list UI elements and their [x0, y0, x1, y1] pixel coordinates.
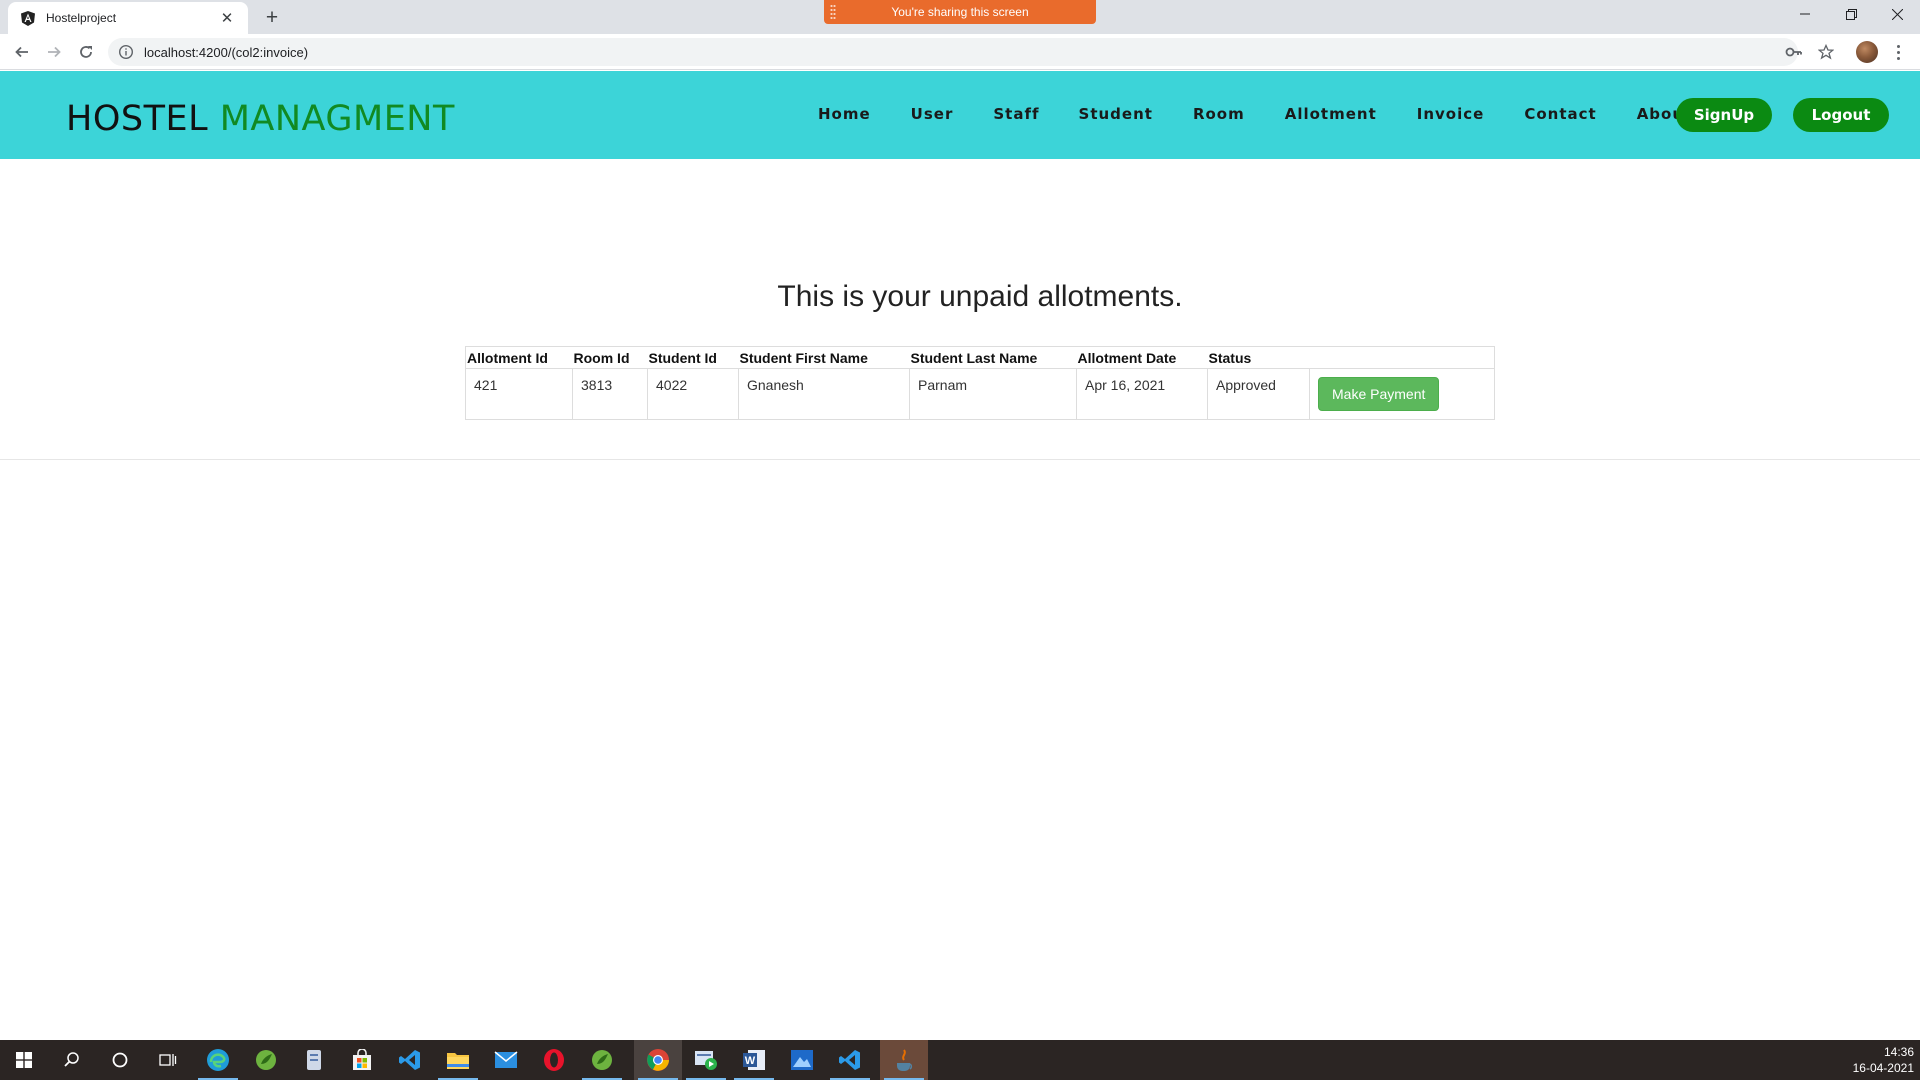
nav-link-user[interactable]: User: [911, 105, 954, 123]
photos-icon[interactable]: [778, 1040, 826, 1080]
nav-link-allotment[interactable]: Allotment: [1285, 105, 1377, 123]
minimize-icon[interactable]: [1782, 0, 1828, 28]
restore-icon[interactable]: [1828, 0, 1874, 28]
svg-text:W: W: [745, 1055, 756, 1067]
column-header-room-id: Room Id: [572, 346, 648, 369]
drag-grip-icon[interactable]: [830, 4, 836, 20]
new-tab-plus-icon[interactable]: +: [258, 4, 286, 32]
profile-avatar[interactable]: [1856, 41, 1878, 63]
system-clock[interactable]: 14:36 16-04-2021: [1853, 1044, 1914, 1076]
mail-icon[interactable]: [482, 1040, 530, 1080]
column-header-status: Status: [1207, 346, 1310, 369]
column-header-allotment-id: Allotment Id: [465, 346, 573, 369]
media-app-icon[interactable]: [682, 1040, 730, 1080]
cell-allotment-id: 421: [465, 368, 573, 420]
opera-icon[interactable]: [530, 1040, 578, 1080]
chrome-icon[interactable]: [634, 1040, 682, 1080]
nav-links: Home User Staff Student Room Allotment I…: [800, 105, 1692, 123]
column-header-first-name: Student First Name: [738, 346, 910, 369]
make-payment-button[interactable]: Make Payment: [1318, 377, 1440, 411]
screen-share-banner[interactable]: You're sharing this screen: [824, 0, 1096, 24]
url-text: localhost:4200/(col2:invoice): [144, 44, 309, 60]
cell-allotment-date: Apr 16, 2021: [1076, 368, 1208, 420]
vscode-icon-2[interactable]: [826, 1040, 874, 1080]
logout-button[interactable]: Logout: [1793, 98, 1889, 132]
cell-status: Approved: [1207, 368, 1310, 420]
spring-tool-icon[interactable]: [242, 1040, 290, 1080]
site-info-icon[interactable]: [118, 44, 134, 60]
browser-menu-icon[interactable]: [1888, 42, 1908, 62]
column-header-last-name: Student Last Name: [909, 346, 1077, 369]
back-arrow-icon[interactable]: [8, 38, 36, 66]
cell-first-name: Gnanesh: [738, 368, 910, 420]
spring-tool-icon-2[interactable]: [578, 1040, 626, 1080]
cell-action: Make Payment: [1309, 368, 1495, 420]
forward-arrow-icon[interactable]: [40, 38, 68, 66]
bookmark-star-icon[interactable]: [1816, 42, 1836, 62]
brand-logo[interactable]: HOSTEL MANAGMENT: [66, 99, 455, 139]
angular-favicon-icon: [20, 10, 36, 26]
key-icon[interactable]: [1784, 42, 1804, 62]
table-header-row: Allotment Id Room Id Student Id Student …: [465, 346, 1495, 369]
file-explorer-icon[interactable]: [434, 1040, 482, 1080]
vscode-icon[interactable]: [386, 1040, 434, 1080]
nav-link-room[interactable]: Room: [1193, 105, 1245, 123]
store-icon[interactable]: [338, 1040, 386, 1080]
column-header-action: [1309, 346, 1495, 369]
page-heading: This is your unpaid allotments.: [777, 280, 1183, 313]
clock-date: 16-04-2021: [1852, 1061, 1914, 1075]
windows-start-icon[interactable]: [0, 1040, 48, 1080]
table-row: 421 3813 4022 Gnanesh Parnam Apr 16, 202…: [465, 368, 1495, 420]
nav-link-invoice[interactable]: Invoice: [1417, 105, 1485, 123]
search-icon[interactable]: [48, 1040, 96, 1080]
column-header-student-id: Student Id: [647, 346, 739, 369]
app-navbar: HOSTEL MANAGMENT Home User Staff Student…: [0, 71, 1920, 159]
word-icon[interactable]: W: [730, 1040, 778, 1080]
java-app-icon[interactable]: [880, 1040, 928, 1080]
content-divider: [0, 459, 1920, 460]
address-bar[interactable]: localhost:4200/(col2:invoice): [108, 38, 1798, 66]
cell-room-id: 3813: [572, 368, 648, 420]
unpaid-allotments-table: Allotment Id Room Id Student Id Student …: [465, 346, 1495, 420]
edge-browser-icon[interactable]: [194, 1040, 242, 1080]
browser-tab-strip: Hostelproject ✕ + You're sharing this sc…: [0, 0, 1920, 34]
browser-tab[interactable]: Hostelproject ✕: [8, 2, 248, 34]
windows-taskbar: W 14:36 16-04-2021: [0, 1040, 1920, 1080]
clock-time: 14:36: [1883, 1045, 1914, 1059]
close-window-icon[interactable]: [1874, 0, 1920, 28]
file-manager-icon[interactable]: [290, 1040, 338, 1080]
nav-link-staff[interactable]: Staff: [993, 105, 1039, 123]
nav-link-home[interactable]: Home: [818, 105, 871, 123]
brand-managment: MANAGMENT: [219, 99, 455, 139]
browser-toolbar: localhost:4200/(col2:invoice): [0, 34, 1920, 70]
cortana-icon[interactable]: [96, 1040, 144, 1080]
window-controls: [1782, 0, 1920, 28]
cell-last-name: Parnam: [909, 368, 1077, 420]
signup-button[interactable]: SignUp: [1676, 98, 1772, 132]
tab-title: Hostelproject: [46, 11, 117, 25]
share-banner-text: You're sharing this screen: [891, 5, 1029, 19]
column-header-allotment-date: Allotment Date: [1076, 346, 1208, 369]
reload-icon[interactable]: [72, 38, 100, 66]
brand-hostel: HOSTEL: [66, 99, 209, 139]
nav-link-student[interactable]: Student: [1079, 105, 1153, 123]
task-view-icon[interactable]: [144, 1040, 192, 1080]
cell-student-id: 4022: [647, 368, 739, 420]
tab-close-icon[interactable]: ✕: [218, 9, 236, 27]
nav-link-contact[interactable]: Contact: [1524, 105, 1596, 123]
